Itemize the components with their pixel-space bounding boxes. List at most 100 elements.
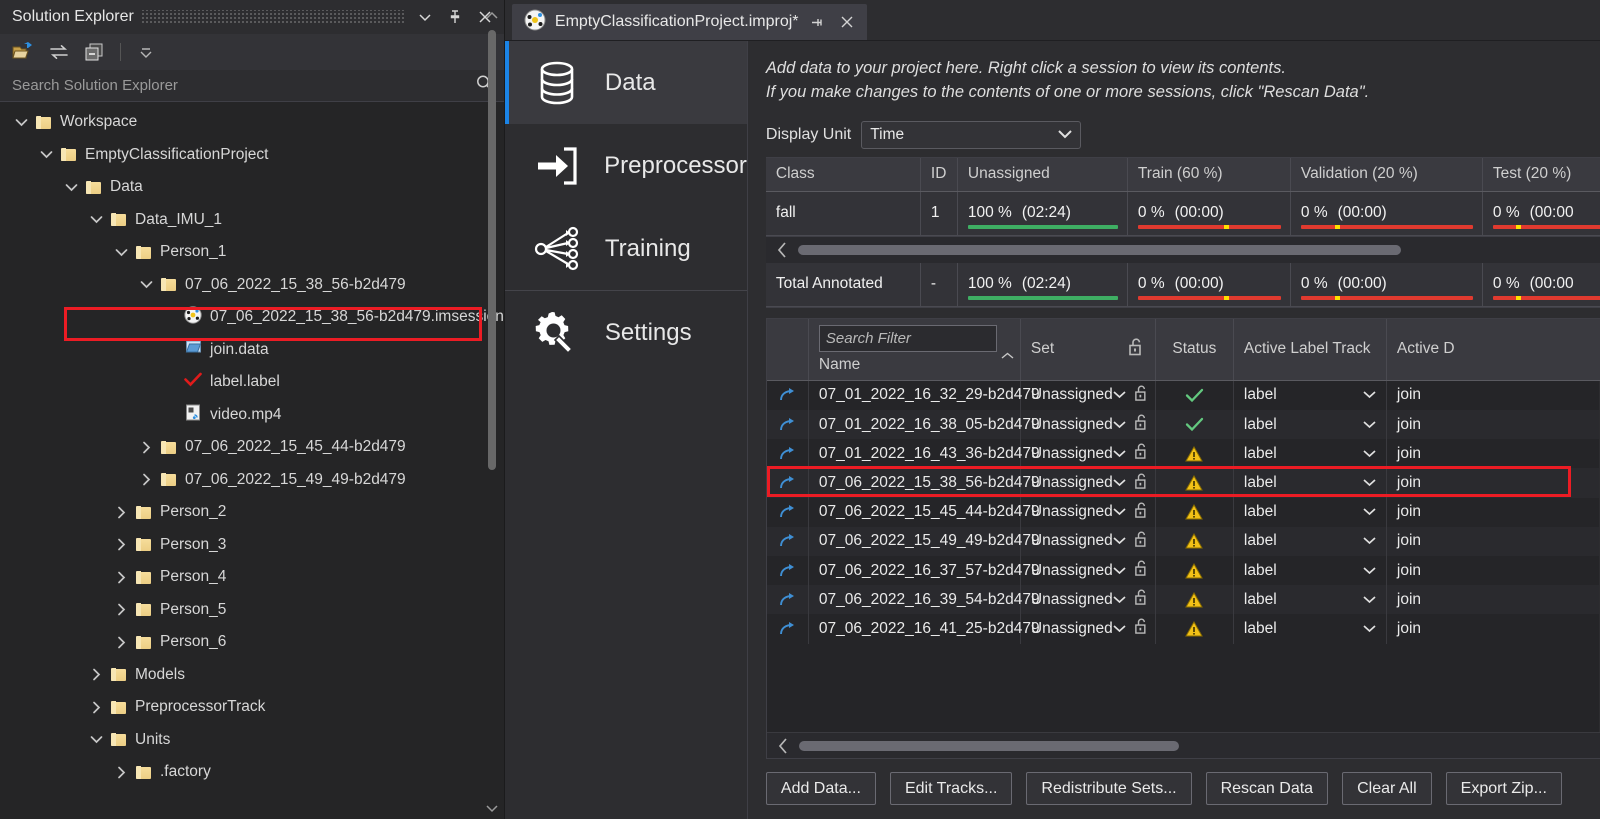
chevron-down-icon[interactable] (1363, 474, 1376, 492)
tree-item-07-06-2022-15-45-44-b2d479[interactable]: 07_06_2022_15_45_44-b2d479 (0, 431, 504, 464)
table-row[interactable]: 07_06_2022_16_39_54-b2d479 Unassigned labe… (766, 585, 1600, 615)
chevron-down-icon[interactable] (1113, 386, 1126, 404)
unlock-icon[interactable] (1134, 442, 1150, 465)
chevron-right-icon[interactable] (85, 701, 107, 714)
active-label-track-dropdown[interactable]: label (1234, 380, 1387, 411)
scrollbar-thumb[interactable] (487, 30, 496, 470)
chevron-down-icon[interactable] (1113, 591, 1126, 609)
table-row[interactable]: 07_01_2022_16_32_29-b2d479 Unassigned labe… (766, 380, 1600, 411)
tree-item-data[interactable]: Data (0, 171, 504, 204)
scroll-up-icon[interactable] (486, 8, 498, 22)
chevron-down-icon[interactable] (1363, 591, 1376, 609)
chevron-down-icon[interactable] (414, 6, 436, 28)
chevron-right-icon[interactable] (110, 506, 132, 519)
display-unit-select[interactable]: Time (861, 120, 1082, 149)
set-dropdown[interactable]: Unassigned (1021, 497, 1156, 527)
unlock-icon[interactable] (1134, 413, 1150, 436)
unlock-icon[interactable] (1134, 472, 1150, 495)
chevron-down-icon[interactable] (1113, 416, 1126, 434)
tree-item-person-4[interactable]: Person_4 (0, 561, 504, 594)
table-row[interactable]: 07_06_2022_16_37_57-b2d479 Unassigned labe… (766, 555, 1600, 586)
chevron-down-icon[interactable] (60, 183, 82, 192)
drag-gripper[interactable] (141, 10, 406, 24)
class-col-header-test-20[interactable]: Test (20 %) (1483, 158, 1600, 191)
tree-item-data-imu-1[interactable]: Data_IMU_1 (0, 204, 504, 237)
class-col-header-train-60[interactable]: Train (60 %) (1128, 157, 1291, 191)
active-label-track-dropdown[interactable]: label (1234, 555, 1387, 586)
chevron-down-icon[interactable] (1113, 503, 1126, 521)
button-redistribute-sets[interactable]: Redistribute Sets... (1026, 772, 1192, 805)
set-dropdown[interactable]: Unassigned (1021, 614, 1156, 644)
set-dropdown[interactable]: Unassigned (1021, 439, 1156, 469)
chevron-down-icon[interactable] (1363, 562, 1376, 580)
set-dropdown[interactable]: Unassigned (1021, 585, 1156, 615)
chevron-down-icon[interactable] (1113, 562, 1126, 580)
tree-item-07-06-2022-15-38-56-b2d479-imsession[interactable]: 07_06_2022_15_38_56-b2d479.imsession (0, 301, 504, 334)
goto-session-icon[interactable] (767, 585, 809, 615)
set-dropdown[interactable]: Unassigned (1021, 468, 1156, 498)
solution-explorer-scrollbar[interactable] (486, 8, 498, 815)
active-label-track-dropdown[interactable]: label (1234, 585, 1387, 615)
active-label-track-dropdown[interactable]: label (1234, 497, 1387, 527)
unlock-icon[interactable] (1134, 617, 1150, 640)
button-clear-all[interactable]: Clear All (1342, 772, 1432, 805)
overflow-icon[interactable] (133, 39, 159, 65)
scrollbar-thumb[interactable] (797, 244, 1401, 255)
tree-item-workspace[interactable]: Workspace (0, 106, 504, 139)
set-dropdown[interactable]: Unassigned (1021, 410, 1156, 440)
scroll-left-icon[interactable] (766, 242, 798, 258)
tree-item-video-mp4[interactable]: video.mp4 (0, 399, 504, 432)
tree-item-07-06-2022-15-38-56-b2d479[interactable]: 07_06_2022_15_38_56-b2d479 (0, 269, 504, 302)
class-table-hscrollbar[interactable] (765, 236, 1600, 263)
button-edit-tracks[interactable]: Edit Tracks... (889, 772, 1013, 805)
search-solution-explorer-box[interactable] (0, 70, 504, 102)
unlock-icon[interactable] (1134, 588, 1150, 611)
chevron-down-icon[interactable] (1363, 620, 1376, 638)
set-dropdown[interactable]: Unassigned (1021, 380, 1156, 411)
pin-icon[interactable] (808, 12, 828, 32)
goto-session-icon[interactable] (767, 380, 809, 411)
solution-tree[interactable]: Workspace EmptyClassificationProject Data D… (0, 102, 504, 819)
chevron-down-icon[interactable] (1363, 445, 1376, 463)
chevron-down-icon[interactable] (1113, 474, 1126, 492)
unlock-icon[interactable] (1128, 337, 1145, 361)
button-add-data[interactable]: Add Data... (765, 772, 876, 805)
tree-item-emptyclassificationproject[interactable]: EmptyClassificationProject (0, 139, 504, 172)
chevron-right-icon[interactable] (135, 441, 157, 454)
table-row[interactable]: 07_01_2022_16_38_05-b2d479 Unassigned labe… (766, 410, 1600, 440)
chevron-right-icon[interactable] (85, 668, 107, 681)
nav-item-settings[interactable]: Settings (505, 291, 747, 374)
button-rescan-data[interactable]: Rescan Data (1205, 772, 1329, 805)
active-label-track-dropdown[interactable]: label (1234, 439, 1387, 469)
goto-session-icon[interactable] (767, 468, 809, 498)
tree-item-person-1[interactable]: Person_1 (0, 236, 504, 269)
table-row[interactable]: 07_06_2022_15_45_44-b2d479 Unassigned labe… (766, 497, 1600, 527)
table-row[interactable]: 07_06_2022_15_49_49-b2d479 Unassigned labe… (766, 526, 1600, 556)
chevron-right-icon[interactable] (110, 603, 132, 616)
tab-emptyclassificationproject[interactable]: EmptyClassificationProject.improj* (511, 4, 867, 40)
class-col-header-id[interactable]: ID (921, 157, 958, 191)
scrollbar-thumb[interactable] (798, 740, 1179, 751)
chevron-down-icon[interactable] (10, 118, 32, 127)
chevron-right-icon[interactable] (110, 538, 132, 551)
scroll-down-icon[interactable] (486, 801, 498, 815)
active-label-track-dropdown[interactable]: label (1234, 410, 1387, 440)
chevron-right-icon[interactable] (110, 636, 132, 649)
nav-item-data[interactable]: Data (504, 41, 747, 124)
goto-session-icon[interactable] (767, 497, 809, 527)
tree-item-person-2[interactable]: Person_2 (0, 496, 504, 529)
class-table-total[interactable]: Total Annotated -100 % (02:24) 0 % (00:00) 0 … (765, 262, 1600, 307)
chevron-right-icon[interactable] (135, 473, 157, 486)
table-row[interactable]: 07_01_2022_16_43_36-b2d479 Unassigned labe… (766, 439, 1600, 469)
open-folder-icon[interactable] (10, 39, 36, 65)
table-row[interactable]: 07_06_2022_15_38_56-b2d479 Unassigned labe… (766, 468, 1600, 498)
search-input[interactable] (12, 77, 475, 94)
chevron-down-icon[interactable] (110, 248, 132, 257)
scroll-left-icon[interactable] (767, 737, 799, 754)
scroll-right-icon[interactable] (1590, 738, 1600, 754)
sync-icon[interactable] (46, 39, 72, 65)
chevron-down-icon[interactable] (135, 280, 157, 289)
unlock-icon[interactable] (1134, 384, 1150, 407)
nav-item-preprocessor[interactable]: Preprocessor (505, 124, 747, 207)
goto-session-icon[interactable] (767, 526, 809, 556)
